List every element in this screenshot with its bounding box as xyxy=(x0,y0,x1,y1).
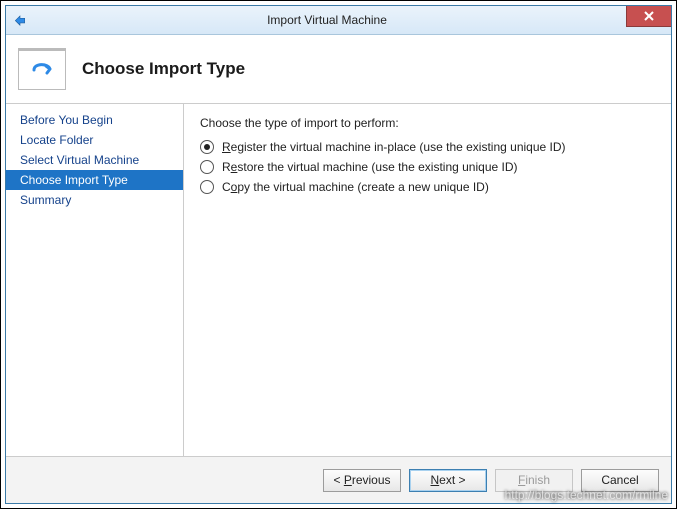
step-select-virtual-machine[interactable]: Select Virtual Machine xyxy=(6,150,183,170)
wizard-body: Before You Begin Locate Folder Select Vi… xyxy=(6,104,671,456)
next-button[interactable]: Next > xyxy=(409,469,487,492)
wizard-content: Choose the type of import to perform: Re… xyxy=(184,104,671,456)
dialog-window: Import Virtual Machine Choose Import Typ… xyxy=(5,5,672,504)
radio-icon xyxy=(200,140,214,154)
import-icon xyxy=(18,48,66,90)
wizard-header: Choose Import Type xyxy=(6,35,671,104)
step-before-you-begin[interactable]: Before You Begin xyxy=(6,110,183,130)
close-button[interactable] xyxy=(626,6,671,27)
option-restore[interactable]: Restore the virtual machine (use the exi… xyxy=(200,160,655,174)
page-title: Choose Import Type xyxy=(82,59,245,79)
step-choose-import-type[interactable]: Choose Import Type xyxy=(6,170,183,190)
option-label: Register the virtual machine in-place (u… xyxy=(222,140,566,154)
step-locate-folder[interactable]: Locate Folder xyxy=(6,130,183,150)
wizard-footer: < Previous Next > Finish Cancel xyxy=(6,456,671,503)
option-label: Copy the virtual machine (create a new u… xyxy=(222,180,489,194)
titlebar: Import Virtual Machine xyxy=(6,6,671,35)
radio-icon xyxy=(200,160,214,174)
radio-icon xyxy=(200,180,214,194)
cancel-button[interactable]: Cancel xyxy=(581,469,659,492)
wizard-steps-sidebar: Before You Begin Locate Folder Select Vi… xyxy=(6,104,184,456)
previous-button[interactable]: < Previous xyxy=(323,469,401,492)
option-label: Restore the virtual machine (use the exi… xyxy=(222,160,518,174)
option-copy[interactable]: Copy the virtual machine (create a new u… xyxy=(200,180,655,194)
content-instruction: Choose the type of import to perform: xyxy=(200,116,655,130)
option-register[interactable]: Register the virtual machine in-place (u… xyxy=(200,140,655,154)
screenshot-frame: Import Virtual Machine Choose Import Typ… xyxy=(0,0,677,509)
step-summary[interactable]: Summary xyxy=(6,190,183,210)
window-title: Import Virtual Machine xyxy=(28,13,626,27)
window-icon xyxy=(12,12,28,28)
finish-button: Finish xyxy=(495,469,573,492)
